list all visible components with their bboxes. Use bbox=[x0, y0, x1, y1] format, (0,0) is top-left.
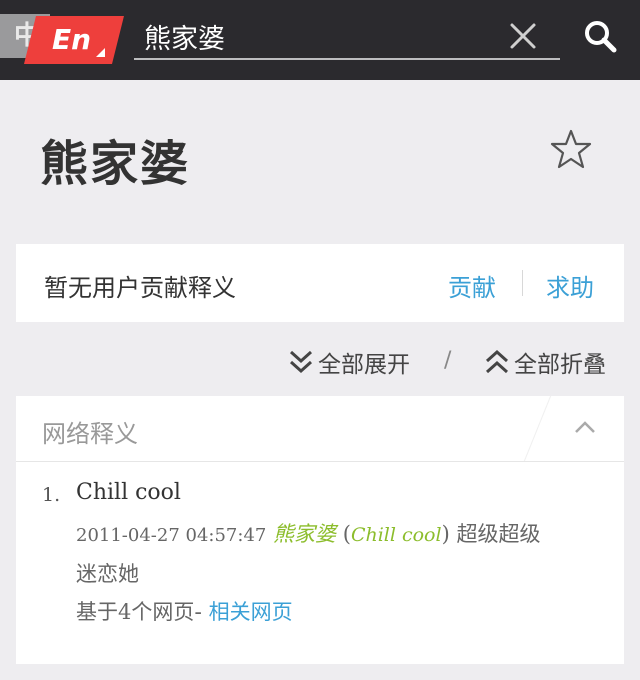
contribute-link[interactable]: 贡献 bbox=[448, 268, 496, 303]
contribute-divider bbox=[522, 270, 523, 296]
expand-all-label: 全部展开 bbox=[318, 352, 410, 378]
search-icon[interactable] bbox=[582, 18, 622, 56]
controls-separator: / bbox=[444, 348, 452, 373]
word-title: 熊家婆 bbox=[40, 136, 191, 192]
clear-icon[interactable] bbox=[506, 18, 540, 54]
paren-close: ) bbox=[441, 522, 450, 546]
definition-date: 2011-04-27 04:57:47 bbox=[76, 525, 267, 546]
chevron-up-icon[interactable] bbox=[572, 416, 598, 438]
definition-highlight-en: Chill cool bbox=[350, 524, 442, 546]
definition-highlight-cn: 熊家婆 bbox=[273, 522, 337, 546]
related-pages-link[interactable]: 相关网页 bbox=[209, 600, 293, 624]
header-decoration bbox=[519, 396, 554, 461]
definition-number: 1. bbox=[42, 484, 61, 506]
collapse-all-button[interactable]: 全部折叠 bbox=[484, 346, 606, 378]
no-contribution-text: 暂无用户贡献释义 bbox=[44, 274, 236, 302]
user-contribution-card: 暂无用户贡献释义 贡献 求助 bbox=[16, 244, 624, 322]
lang-en-corner-mark bbox=[96, 48, 105, 57]
definition-term: Chill cool bbox=[76, 480, 181, 505]
double-chevron-down-icon bbox=[289, 350, 313, 374]
star-icon[interactable] bbox=[550, 128, 592, 170]
definition-example-line: 2011-04-27 04:57:47 熊家婆 (Chill cool) 超级超… bbox=[76, 518, 596, 548]
expand-all-button[interactable]: 全部展开 bbox=[288, 346, 410, 378]
definition-text-after: 超级超级 bbox=[456, 522, 541, 546]
top-bar: 中 En bbox=[0, 0, 640, 80]
source-prefix: 基于 bbox=[76, 600, 118, 624]
lang-en-label: En bbox=[52, 23, 92, 56]
web-definitions-title: 网络释义 bbox=[42, 420, 138, 448]
help-link[interactable]: 求助 bbox=[546, 268, 594, 303]
definition-source: 基于4个网页- 相关网页 bbox=[76, 596, 293, 626]
source-count: 4 bbox=[118, 600, 132, 624]
web-definitions-card: 网络释义 1. Chill cool 2011-04-27 04:57:47 熊… bbox=[16, 396, 624, 664]
source-suffix: 个网页- bbox=[131, 600, 202, 624]
paren-open: ( bbox=[342, 522, 351, 546]
collapse-all-label: 全部折叠 bbox=[514, 352, 606, 378]
web-definitions-header[interactable]: 网络释义 bbox=[16, 396, 624, 462]
definition-example-line2: 迷恋她 bbox=[76, 562, 139, 586]
search-input[interactable] bbox=[134, 14, 560, 60]
double-chevron-up-icon bbox=[485, 349, 509, 374]
